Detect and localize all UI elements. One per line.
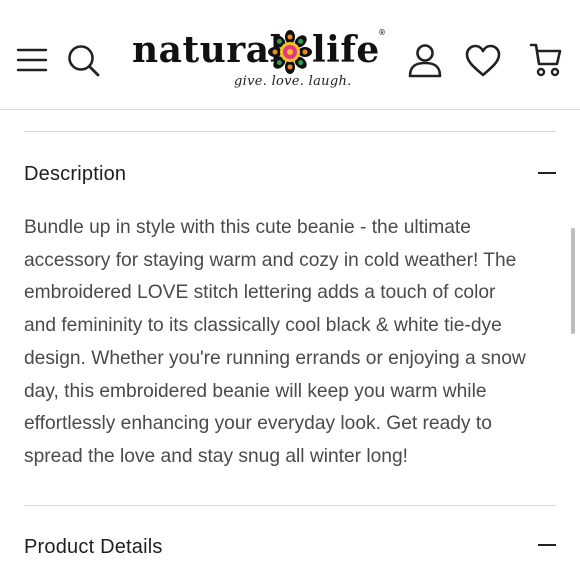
logo-word-natural: natural [132,29,284,71]
brand-logo[interactable]: natural life ® give. love. laugh. [128,24,388,99]
section-divider [24,505,556,506]
description-line: spread the love and stay snug all winter… [24,445,408,467]
search-icon[interactable] [66,43,102,79]
logo-word-life: life [312,29,380,71]
site-header: natural life ® give. love. laugh. [0,0,580,110]
product-details-heading[interactable]: Product Details [24,536,163,559]
scrollbar-thumb[interactable] [571,228,575,334]
description-line: Bundle up in style with this cute beanie… [24,217,471,238]
account-icon[interactable] [406,42,444,78]
registered-mark: ® [378,28,386,37]
cart-icon[interactable] [529,42,563,78]
minus-icon[interactable] [538,172,556,174]
menu-icon[interactable] [16,45,48,75]
heart-icon[interactable] [464,44,502,78]
description-body: Bundle up in style with this cute beanie… [24,212,560,474]
description-line: embroidered LOVE stitch lettering adds a… [24,282,496,304]
minus-icon[interactable] [538,544,556,546]
description-line: design. Whether you're running errands o… [24,347,526,369]
description-line: accessory for staying warm and cozy in c… [24,249,517,271]
section-divider [24,131,556,132]
description-line: and femininity to its classically cool b… [24,315,502,337]
description-heading[interactable]: Description [24,163,126,186]
flower-logo-icon [268,30,312,74]
logo-tagline: give. love. laugh. [234,74,352,89]
description-line: effortlessly enhancing your everyday loo… [24,413,492,435]
description-line: day, this embroidered beanie will keep y… [24,380,487,402]
